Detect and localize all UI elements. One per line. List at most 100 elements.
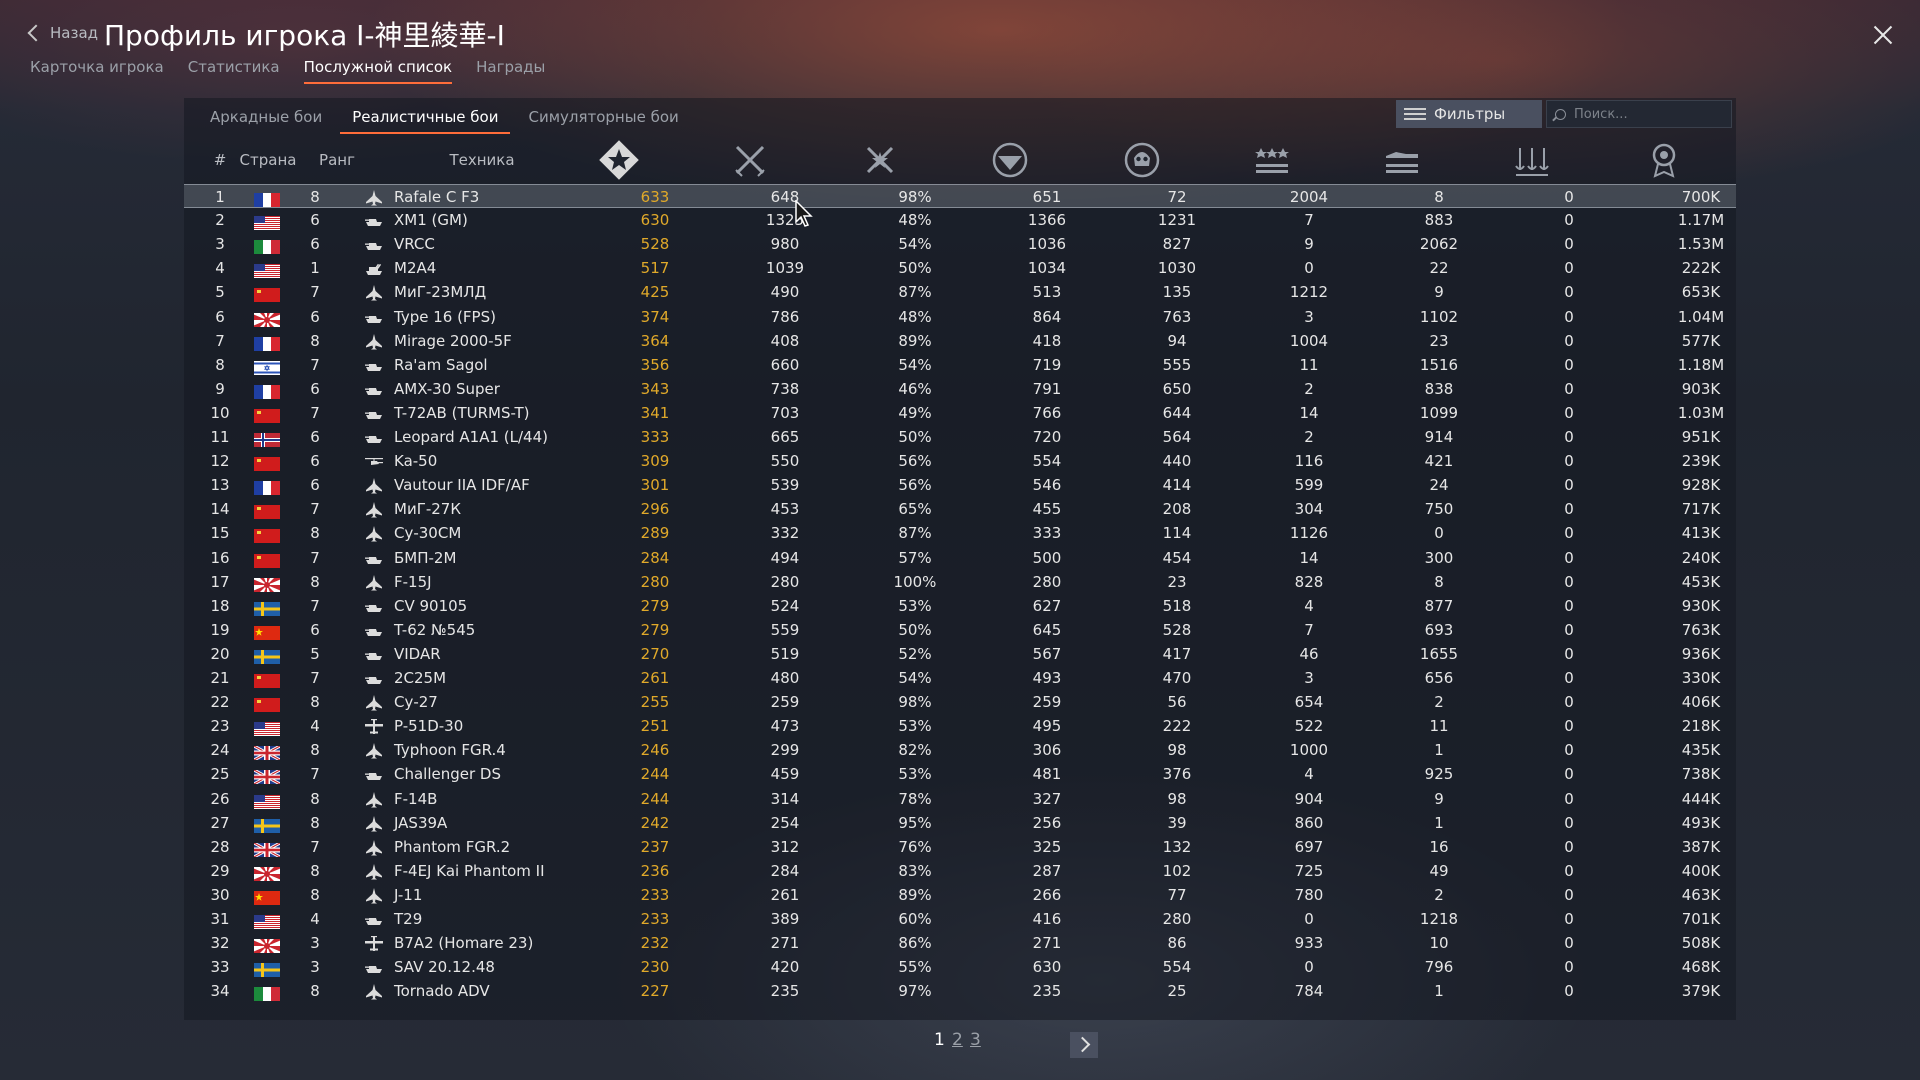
ground-kills-value: 10 [1429, 934, 1449, 953]
respawns-icon[interactable] [990, 140, 1030, 180]
vehicle-name: Type 16 (FPS) [394, 307, 496, 326]
vehicle-name: J-11 [394, 885, 423, 904]
row-rank: 4 [310, 910, 320, 928]
table-row[interactable]: 11 6 Leopard A1A1 (L/44) 333 665 50% 720 564 2 91… [184, 425, 1736, 449]
back-button[interactable]: Назад | [27, 20, 113, 46]
table-row[interactable]: 27 8 JAS39A 242 254 95% 256 39 860 1 0 493K [184, 811, 1736, 835]
table-row[interactable]: 10 7 T-72AB (TURMS-T) 341 703 49% 766 644 14 1099… [184, 401, 1736, 425]
table-row[interactable]: 3 6 VRCC 528 980 54% 1036 827 9 2062 0 1.53M [184, 232, 1736, 256]
deaths-icon[interactable] [1122, 140, 1162, 180]
mode-tab-2[interactable]: Симуляторные бои [516, 104, 690, 134]
table-row[interactable]: 31 4 T29 233 389 60% 416 280 0 1218 0 701K [184, 907, 1736, 931]
win-rate-value: 55% [898, 958, 932, 977]
win-rate-value: 56% [898, 452, 932, 471]
vehicle-type-icon [365, 935, 383, 952]
country-flag-icon [254, 406, 280, 423]
filters-button[interactable]: Фильтры [1396, 100, 1542, 128]
table-row[interactable]: 4 1 M2A4 517 1039 50% 1034 1030 0 22 0 222K [184, 256, 1736, 280]
rating-icon[interactable] [599, 140, 639, 180]
respawns-value: 546 [1032, 476, 1062, 495]
search-box[interactable] [1546, 100, 1732, 128]
table-row[interactable]: 7 8 Mirage 2000-5F 364 408 89% 418 94 1004 23 0 577… [184, 329, 1736, 353]
table-row[interactable]: 13 6 Vautour IIA IDF/AF 301 539 56% 546 414 599 2… [184, 473, 1736, 497]
close-icon[interactable] [1868, 20, 1898, 50]
table-row[interactable]: 18 7 CV 90105 279 524 53% 627 518 4 877 0 930K [184, 594, 1736, 618]
table-row[interactable]: 22 8 Су-27 255 259 98% 259 56 654 2 0 406K [184, 690, 1736, 714]
search-input[interactable] [1572, 105, 1726, 123]
respawns-value: 651 [1032, 188, 1062, 206]
table-row[interactable]: 12 6 Ka-50 309 550 56% 554 440 116 421 0 239K [184, 449, 1736, 473]
silver-lions-value: 701K [1681, 910, 1721, 928]
air-kills-value: 933 [1294, 934, 1324, 953]
tab-1[interactable]: Статистика [188, 58, 280, 84]
country-flag-icon [253, 743, 281, 762]
row-rank: 7 [310, 403, 320, 422]
table-row[interactable]: 29 8 F-4EJ Kai Phantom II 236 284 83% 287 102 72… [184, 857, 1736, 890]
silver-lions-value: 508K [1681, 934, 1721, 953]
column-vehicle[interactable]: Техника [420, 136, 544, 184]
tab-2[interactable]: Послужной список [303, 58, 453, 84]
table-row[interactable]: 19 6 T-62 №545 279 559 50% 645 528 7 693 0 763K [184, 618, 1736, 642]
mode-tab-0[interactable]: Аркадные бои [198, 104, 334, 134]
mode-tab-1[interactable]: Реалистичные бои [340, 104, 511, 134]
row-index: 24 [210, 741, 230, 760]
ground-kills-value: 750 [1424, 500, 1454, 519]
table-row[interactable]: 2 6 XM1 (GM) 630 1325 48% 1366 1231 7 883 0 1.17M [184, 208, 1736, 232]
air-kills-value: 7 [1304, 211, 1314, 230]
ground-kills-value: 914 [1424, 428, 1454, 446]
filters-label: Фильтры [1434, 105, 1506, 123]
battles-value: 459 [770, 765, 800, 784]
next-page-button[interactable] [1070, 1032, 1098, 1058]
table-row[interactable]: 6 6 Type 16 (FPS) 374 786 48% 864 763 3 1102 0 1.04… [184, 303, 1736, 336]
page-link-1[interactable]: 1 [934, 1030, 945, 1050]
table-row[interactable]: 23 4 P-51D-30 251 473 53% 495 222 522 11 0 218K [184, 714, 1736, 738]
table-row[interactable]: 28 7 Phantom FGR.2 237 312 76% 325 132 697 16 0 387… [184, 835, 1736, 859]
table-row[interactable]: 30 8 J-11 233 261 89% 266 77 780 2 0 463K [184, 883, 1736, 907]
row-index: 12 [210, 452, 230, 471]
win-rate-icon[interactable] [860, 140, 900, 180]
table-row[interactable]: 33 3 SAV 20.12.48 230 420 55% 630 554 0 796 0 468K [184, 955, 1736, 979]
table-row[interactable]: 5 7 МиГ-23МЛД 425 490 87% 513 135 1212 9 0 653K [184, 280, 1736, 304]
column-rank[interactable]: Ранг [304, 136, 370, 184]
vehicle-type-icon [365, 405, 383, 421]
battles-value: 332 [770, 524, 800, 543]
air-kills-value: 599 [1294, 476, 1324, 495]
deaths-value: 222 [1162, 717, 1192, 736]
table-row[interactable]: 15 8 Су-30СМ 289 332 87% 333 114 1126 0 0 413K [184, 521, 1736, 545]
naval-kills-icon[interactable] [1512, 140, 1552, 180]
row-rank: 8 [310, 861, 320, 880]
table-row[interactable]: 9 6 AMX-30 Super 343 738 46% 791 650 2 838 0 903K [184, 377, 1736, 401]
rating-value: 289 [640, 524, 670, 543]
table-row[interactable]: 16 7 БМП-2М 284 494 57% 500 454 14 300 0 240K [184, 546, 1736, 570]
table-row[interactable]: 24 8 Typhoon FGR.4 246 299 82% 306 98 1000 1 0 435K [184, 738, 1736, 762]
table-row[interactable]: 8 7 Ra'am Sagol 356 660 54% 719 555 11 1516 0 1.18M [184, 353, 1736, 377]
row-rank: 7 [310, 765, 320, 784]
battles-icon[interactable] [730, 140, 770, 180]
country-flag-icon [254, 912, 280, 929]
table-row[interactable]: 20 5 VIDAR 270 519 52% 567 417 46 1655 0 936K [184, 642, 1736, 666]
air-kills-value: 46 [1299, 644, 1319, 663]
silver-lions-value: 218K [1681, 717, 1721, 736]
table-row[interactable]: 32 3 B7A2 (Homare 23) 232 271 86% 271 86 933 10 0 5… [184, 930, 1736, 963]
table-row[interactable]: 25 7 Challenger DS 244 459 53% 481 376 4 925 0 738K [184, 762, 1736, 786]
respawns-value: 418 [1032, 331, 1062, 350]
table-row[interactable]: 14 7 МиГ-27К 296 453 65% 455 208 304 750 0 717K [184, 497, 1736, 521]
rating-value: 244 [640, 765, 670, 784]
page-link-2[interactable]: 2 [952, 1030, 963, 1050]
deaths-value: 470 [1162, 669, 1192, 687]
deaths-value: 528 [1162, 620, 1192, 639]
page-link-3[interactable]: 3 [970, 1030, 981, 1050]
silver-lions-icon[interactable] [1644, 140, 1684, 180]
battles-value: 280 [770, 572, 800, 591]
ground-kills-icon[interactable] [1382, 140, 1422, 180]
table-row[interactable]: 17 8 F-15J 280 280 100% 280 23 828 8 0 453K [184, 568, 1736, 601]
table-row[interactable]: 26 8 F-14B 244 314 78% 327 98 904 9 0 444K [184, 787, 1736, 811]
air-kills-value: 14 [1299, 403, 1319, 422]
column-country[interactable]: Страна [228, 136, 308, 184]
tab-3[interactable]: Награды [476, 58, 545, 84]
table-row[interactable]: 21 7 2С25М 261 480 54% 493 470 3 656 0 330K [184, 666, 1736, 690]
table-row[interactable]: 1 8 Rafale C F3 633 648 98% 651 72 2004 8 0 700K [184, 184, 1736, 208]
air-kills-icon[interactable] [1252, 140, 1292, 180]
tab-0[interactable]: Карточка игрока [30, 58, 164, 84]
table-row[interactable]: 34 8 Tornado ADV 227 235 97% 235 25 784 1 0 379K [184, 979, 1736, 1003]
